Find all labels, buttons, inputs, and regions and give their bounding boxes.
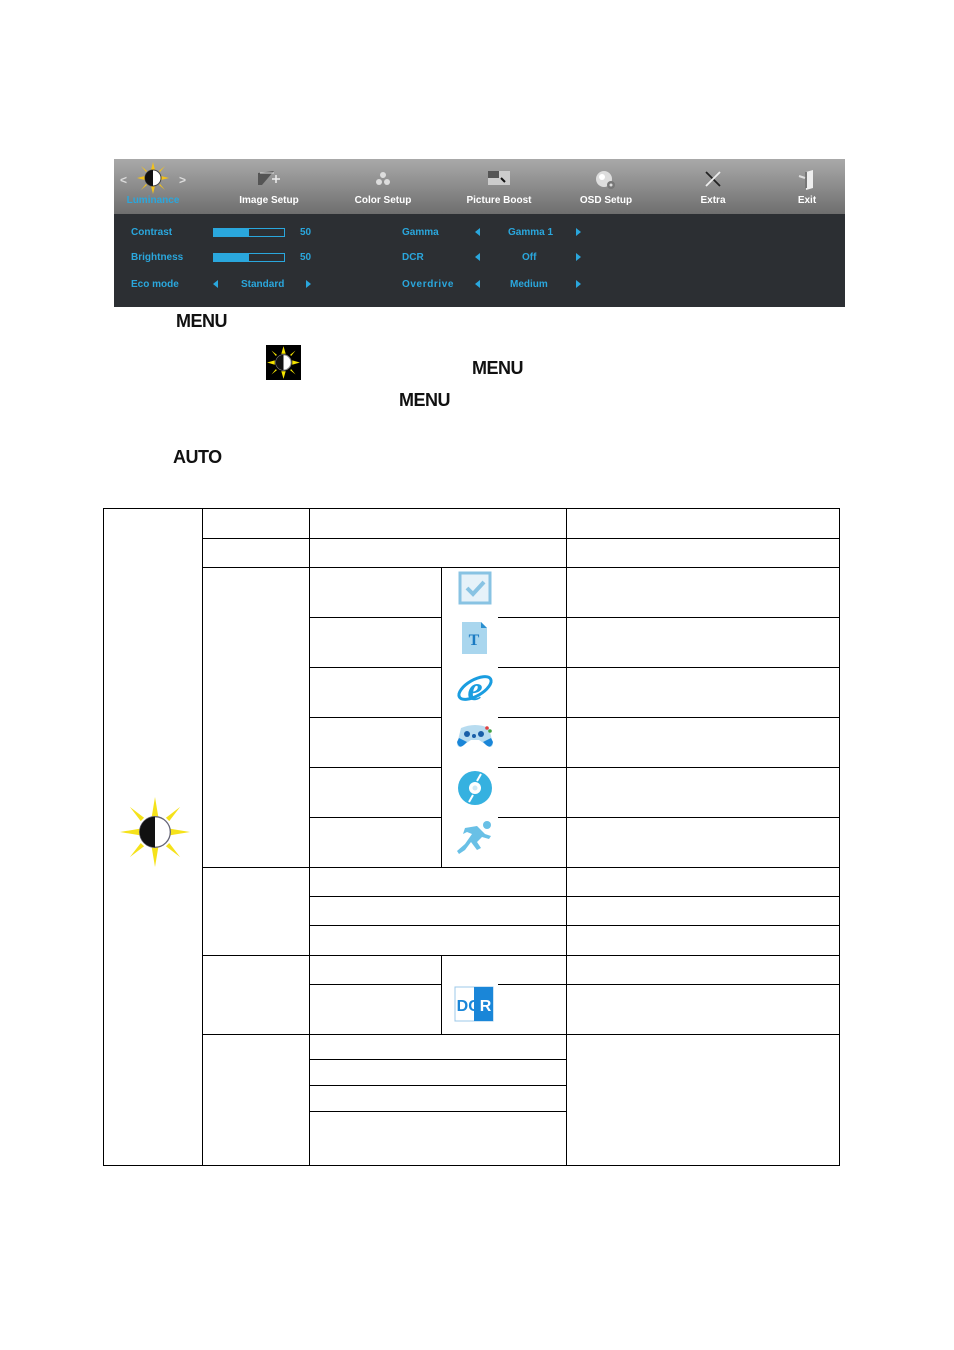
tab-osd-setup[interactable]: OSD Setup [566,159,646,214]
auto-key-label: AUTO [173,447,222,467]
gamma-next-arrow[interactable] [576,228,581,236]
brightness-slider-fill [214,254,249,261]
table-row-line [309,667,442,668]
eco-mode-value: Standard [241,279,285,290]
contrast-value: 50 [300,227,312,238]
table-row-line [498,667,840,668]
table-row-line [202,955,840,956]
table-column-line [566,508,567,1166]
table-row-line [498,984,840,985]
dcr-icon: DCR [454,986,494,1027]
overdrive-prev-arrow[interactable] [475,280,480,288]
table-column-line [441,955,442,1034]
overdrive-label: Overdrive [402,279,455,290]
menu-key-label: MENU [399,390,451,410]
tab-luminance[interactable]: Luminance [114,159,192,214]
brightness-value: 50 [300,252,312,263]
eco-mode-label: Eco mode [131,279,179,290]
luminance-icon [266,345,301,380]
exit-icon [797,169,817,196]
dcr-label: DCR [402,252,424,263]
svg-text:T: T [469,632,480,649]
table-row-line [309,984,442,985]
image-setup-icon [256,169,282,194]
brightness-label: Brightness [131,252,184,263]
table-border [103,508,104,1166]
tab-exit[interactable]: Exit [777,159,837,214]
tab-label: Extra [700,195,726,206]
table-row-line [309,817,442,818]
tab-label: Color Setup [354,195,412,206]
tab-color-setup[interactable]: Color Setup [343,159,423,214]
checkbox-icon [457,570,493,611]
dcr-prev-arrow[interactable] [475,253,480,261]
table-row-line [498,717,840,718]
extra-icon [703,169,723,194]
table-row-line [309,896,840,897]
text-document-icon: T [459,620,489,661]
tab-label: Picture Boost [466,195,532,206]
tab-label: Image Setup [239,195,299,206]
overdrive-next-arrow[interactable] [576,280,581,288]
brightness-slider[interactable] [213,253,285,262]
luminance-icon [120,797,190,872]
table-row-line [309,717,442,718]
luminance-icon [137,162,169,199]
tab-label: Luminance [126,195,180,206]
table-row-line [309,1085,567,1086]
gamepad-icon [455,720,495,757]
internet-explorer-icon: e [455,668,495,713]
overdrive-value: Medium [510,279,548,290]
disc-icon [457,770,493,811]
table-row-line [309,767,442,768]
eco-mode-next-arrow[interactable] [306,280,311,288]
table-column-line [309,508,310,1166]
osd-tab-bar: < > Luminance Image Setup Color Setup Pi… [114,159,845,214]
contrast-slider-fill [214,229,249,236]
menu-key-label: MENU [472,358,524,378]
table-row-line [498,817,840,818]
contrast-label: Contrast [131,227,173,238]
tab-image-setup[interactable]: Image Setup [229,159,309,214]
luminance-settings-table: T e DCR [103,508,840,1166]
table-row-line [309,1111,567,1112]
running-man-icon [455,820,495,861]
table-column-line [202,508,203,1166]
table-border [103,1165,840,1166]
table-row-line [309,1059,567,1060]
tab-label: Exit [797,195,817,206]
table-row-line [202,567,840,568]
table-row-line [498,617,840,618]
table-row-line [202,867,840,868]
color-setup-icon [373,169,393,194]
table-border [103,508,840,509]
osd-menu-panel: < > Luminance Image Setup Color Setup Pi… [114,159,845,307]
gamma-value: Gamma 1 [508,227,554,238]
menu-key-label: MENU [176,311,228,331]
eco-mode-prev-arrow[interactable] [213,280,218,288]
gamma-label: Gamma [402,227,439,238]
osd-settings-area: Contrast 50 Brightness 50 Eco mode Stand… [114,214,845,307]
table-row-line [202,1034,840,1035]
svg-text:e: e [467,671,482,708]
table-row-line [309,617,442,618]
dcr-next-arrow[interactable] [576,253,581,261]
contrast-slider[interactable] [213,228,285,237]
table-border [839,508,840,1166]
tab-label: OSD Setup [579,195,633,206]
table-row-line [202,538,840,539]
dcr-value: Off [522,252,537,263]
tab-extra[interactable]: Extra [673,159,753,214]
picture-boost-icon [487,169,511,192]
tab-picture-boost[interactable]: Picture Boost [458,159,540,214]
svg-text:DCR: DCR [457,998,492,1015]
table-row-line [309,925,840,926]
osd-setup-icon [594,169,618,196]
gamma-prev-arrow[interactable] [475,228,480,236]
table-row-line [498,767,840,768]
